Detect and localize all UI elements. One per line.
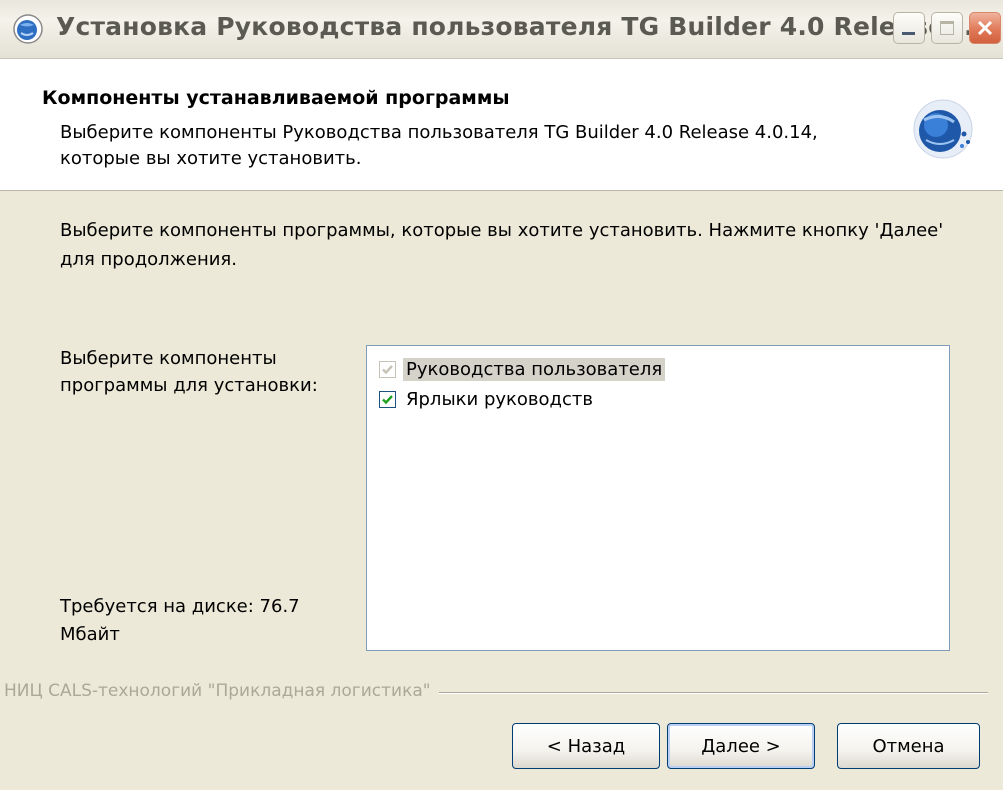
select-components-label: Выберите компоненты программы для устано… [60, 348, 318, 396]
checkbox-user-guides [379, 360, 396, 378]
minimize-button[interactable] [893, 12, 925, 44]
close-icon [977, 20, 993, 36]
instruction-text: Выберите компоненты программы, которые в… [60, 220, 944, 270]
checkmark-icon [382, 394, 393, 404]
window-title: Установка Руководства пользователя TG Bu… [56, 12, 984, 41]
installer-window: Установка Руководства пользователя TG Bu… [0, 0, 1003, 790]
next-button[interactable]: Далее > [667, 723, 815, 769]
maximize-button [931, 12, 963, 44]
components-tree[interactable]: Руководства пользователя Ярлыки руководс… [366, 345, 950, 651]
minimize-icon [902, 32, 915, 35]
maximize-icon [940, 21, 954, 35]
brand-text: НИЦ CALS-технологий "Прикладная логистик… [4, 681, 439, 701]
checkbox-shortcuts[interactable] [379, 390, 396, 408]
component-label: Ярлыки руководств [406, 388, 593, 410]
title-bar[interactable]: Установка Руководства пользователя TG Bu… [0, 0, 1003, 59]
component-item-shortcuts[interactable]: Ярлыки руководств [379, 386, 596, 412]
component-label: Руководства пользователя [403, 357, 666, 381]
checkmark-icon [382, 364, 393, 374]
page-description: Выберите компоненты Руководства пользова… [60, 122, 818, 169]
cancel-button[interactable]: Отмена [837, 723, 980, 769]
component-item-user-guides[interactable]: Руководства пользователя [379, 356, 666, 382]
disk-space-label: Требуется на диске: 76.7 Мбайт [60, 596, 300, 645]
installer-globe-icon [913, 99, 973, 159]
back-button[interactable]: < Назад [512, 723, 660, 769]
close-button[interactable] [969, 12, 1001, 44]
page-title: Компоненты устанавливаемой программы [42, 87, 510, 109]
page-header: Компоненты устанавливаемой программы Выб… [0, 59, 1003, 191]
installer-globe-icon [13, 14, 43, 44]
